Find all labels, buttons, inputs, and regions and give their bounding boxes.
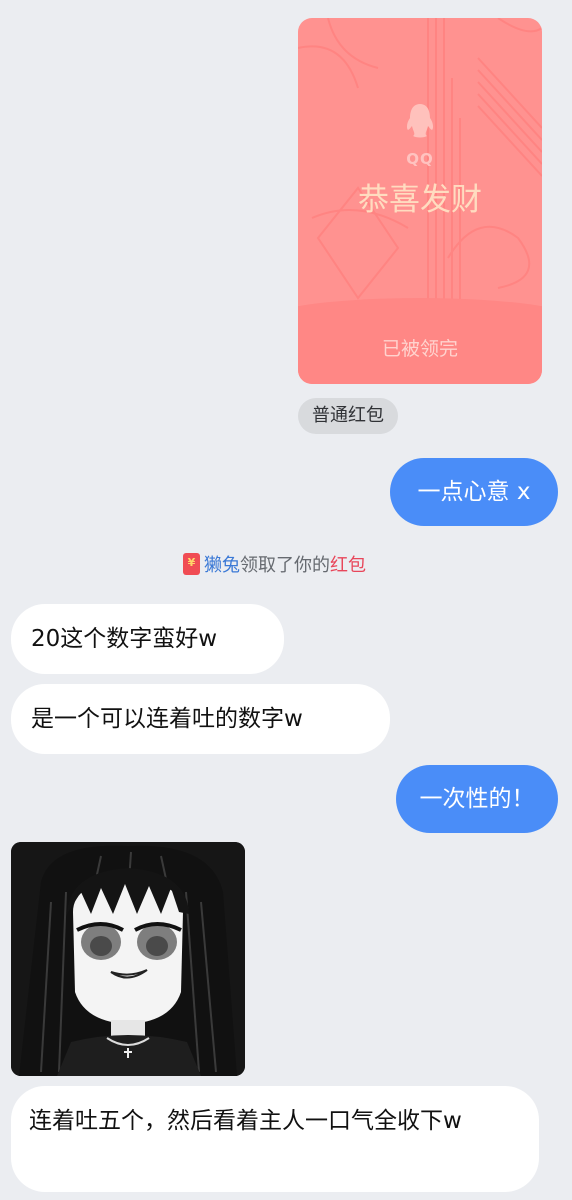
notice-red-packet-link[interactable]: 红包: [330, 555, 366, 576]
message-bubble-incoming[interactable]: 是一个可以连着吐的数字w: [11, 684, 390, 754]
red-packet-status: 已被领完: [381, 338, 458, 360]
message-bubble-outgoing[interactable]: 一次性的！: [396, 765, 558, 833]
red-packet-brand: QQ: [406, 150, 434, 168]
qq-penguin-icon: [406, 104, 434, 138]
red-packet-greeting: 恭喜发财: [358, 182, 482, 218]
notice-action-text: 领取了你的: [240, 555, 330, 576]
message-bubble-incoming[interactable]: 连着吐五个，然后看着主人一口气全收下w: [11, 1086, 539, 1192]
message-bubble-outgoing[interactable]: 一点心意 x: [390, 458, 558, 526]
red-packet-card[interactable]: QQ 恭喜发财 已被领完: [298, 18, 542, 384]
notice-user-name[interactable]: 獭兔: [204, 555, 240, 576]
message-bubble-incoming[interactable]: 20这个数字蛮好w: [11, 604, 284, 674]
red-packet-claimed-notice: ¥ 獭兔领取了你的红包: [183, 552, 366, 580]
sticker-illustration: [11, 842, 245, 1076]
red-packet-icon: ¥: [183, 553, 200, 575]
anime-girl-sticker[interactable]: [11, 842, 245, 1076]
red-packet-type-tag: 普通红包: [298, 398, 398, 434]
